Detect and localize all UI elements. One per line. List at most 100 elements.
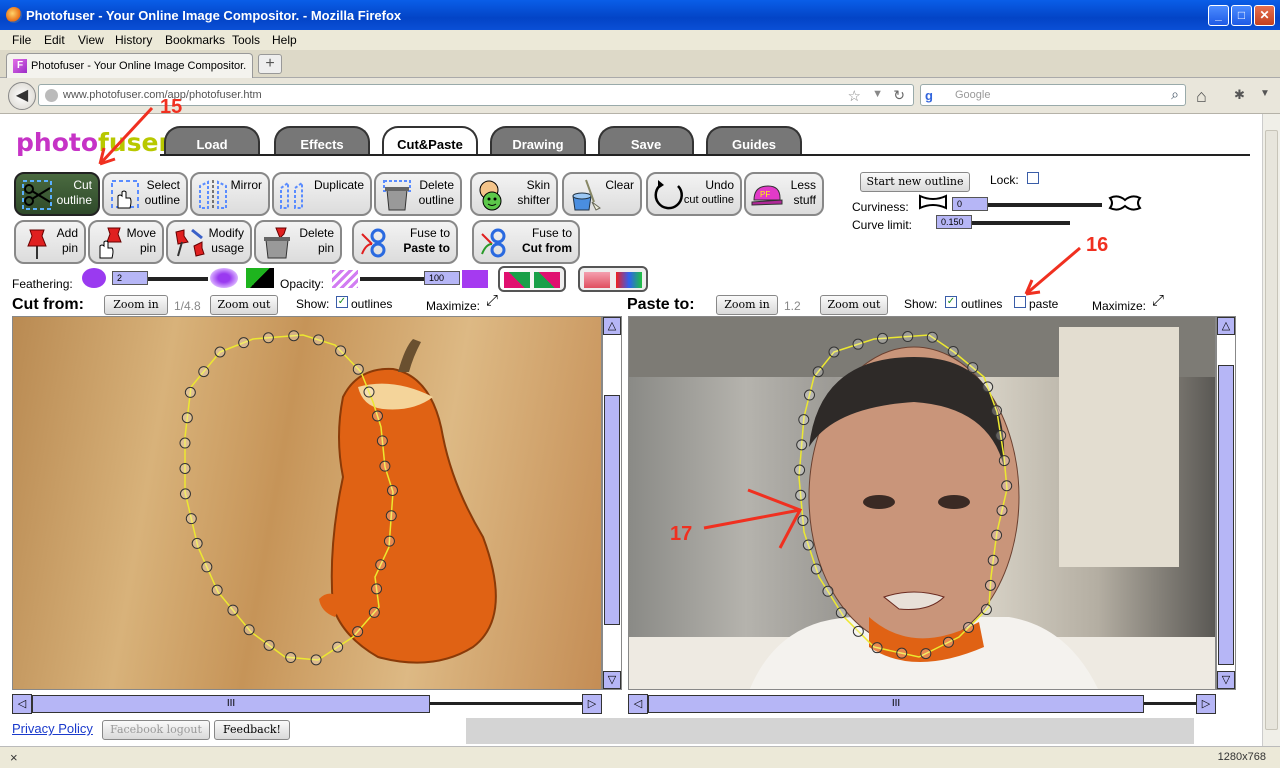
paste-zoom-out-button[interactable]: Zoom out [820,295,888,315]
outline-point[interactable] [243,624,255,636]
curviness-value[interactable]: 0 [952,197,988,211]
outline-point[interactable] [796,439,808,451]
fuse-to-cut-from-button[interactable]: Fuse to Cut from [472,220,580,264]
outline-point[interactable] [812,366,824,378]
outline-point[interactable] [984,579,996,591]
paste-scroll-right-icon[interactable]: ▷ [1196,694,1216,714]
outline-point[interactable] [902,331,914,343]
cut-horizontal-scrollbar[interactable]: ◁ III ▷ [12,694,602,714]
outline-point[interactable] [201,561,213,573]
outline-point[interactable] [181,412,193,424]
outline-point[interactable] [368,606,380,618]
outline-point[interactable] [794,464,806,476]
new-tab-button[interactable]: + [258,54,282,74]
outline-point[interactable] [371,410,383,422]
menu-history[interactable]: History [115,33,152,47]
cut-outline-button[interactable]: Cut outline [14,172,100,216]
outline-point[interactable] [877,332,889,344]
outline-point[interactable] [835,607,847,619]
cut-vertical-scrollbar[interactable]: △ ▽ [602,316,622,690]
feedback-button[interactable]: Feedback! [214,720,290,740]
google-icon[interactable]: g [925,88,941,104]
search-bar[interactable]: g Google ⌕ [920,84,1186,106]
outline-point[interactable] [352,363,364,375]
outline-point[interactable] [371,583,383,595]
outline-point[interactable] [828,346,840,358]
outline-point[interactable] [214,346,226,358]
paste-vertical-scrollbar[interactable]: △ ▽ [1216,316,1236,690]
paste-horizontal-scrollbar[interactable]: ◁ III ▷ [628,694,1216,714]
cut-hscroll-thumb[interactable]: III [32,695,430,713]
outline-point[interactable] [995,430,1007,442]
paste-scroll-up-icon[interactable]: △ [1217,317,1235,335]
privacy-policy-link[interactable]: Privacy Policy [12,721,93,736]
tab-drawing[interactable]: Drawing [490,126,586,156]
close-icon[interactable]: ✕ [1254,5,1275,26]
outline-point[interactable] [262,332,274,344]
cut-zoom-in-button[interactable]: Zoom in [104,295,168,315]
page-scrollbar[interactable] [1262,114,1280,746]
outline-point[interactable] [896,647,908,659]
tab-effects[interactable]: Effects [274,126,370,156]
outline-point[interactable] [920,648,932,660]
bookmark-star-icon[interactable]: ☆ [848,87,861,105]
tab-load[interactable]: Load [164,126,260,156]
outline-point[interactable] [352,626,364,638]
feathering-value[interactable]: 2 [112,271,148,285]
delete-pin-button[interactable]: Delete pin [254,220,342,264]
outline-point[interactable] [179,437,191,449]
outline-point[interactable] [238,337,250,349]
outline-point[interactable] [385,510,397,522]
start-new-outline-button[interactable]: Start new outline [860,172,970,192]
maximize-icon[interactable]: □ [1231,5,1252,26]
addon-icon[interactable]: ✱ [1234,87,1245,103]
outline-point[interactable] [179,462,191,474]
minimize-icon[interactable]: _ [1208,5,1229,26]
outline-point[interactable] [375,559,387,571]
undo-cut-outline-button[interactable]: Undo cut outline [646,172,742,216]
blend-mode-button[interactable] [498,266,566,292]
color-adjust-button[interactable] [578,266,648,292]
outline-point[interactable] [198,366,210,378]
outline-point[interactable] [335,345,347,357]
modify-usage-button[interactable]: Modify usage [166,220,252,264]
cut-scroll-up-icon[interactable]: △ [603,317,621,335]
duplicate-button[interactable]: Duplicate [272,172,372,216]
mask-icon[interactable] [246,268,274,288]
cut-from-canvas[interactable] [12,316,602,690]
outline-point[interactable] [803,389,815,401]
outline-point[interactable] [798,414,810,426]
outline-point[interactable] [822,585,834,597]
tab-save[interactable]: Save [598,126,694,156]
outline-point[interactable] [263,639,275,651]
paste-scroll-left-icon[interactable]: ◁ [628,694,648,714]
paste-scroll-thumb[interactable] [1218,365,1234,665]
paste-zoom-in-button[interactable]: Zoom in [716,295,778,315]
less-stuff-button[interactable]: PF Less stuff [744,172,824,216]
curve-limit-value[interactable]: 0.150 [936,215,972,229]
outline-point[interactable] [998,455,1010,467]
outline-point[interactable] [852,338,864,350]
outline-point[interactable] [926,331,938,343]
menu-edit[interactable]: Edit [44,33,65,47]
browser-tab[interactable]: F Photofuser - Your Online Image Composi… [6,53,253,78]
outline-point[interactable] [191,537,203,549]
outline-point[interactable] [379,460,391,472]
close-status-icon[interactable]: × [10,750,18,765]
paste-hscroll-thumb[interactable]: III [648,695,1144,713]
tab-guides[interactable]: Guides [706,126,802,156]
select-outline-button[interactable]: Select outline [102,172,188,216]
outline-point[interactable] [211,584,223,596]
facebook-logout-button[interactable]: Facebook logout [102,720,210,740]
outline-point[interactable] [1001,480,1013,492]
search-icon[interactable]: ⌕ [1171,86,1179,103]
menu-view[interactable]: View [78,33,104,47]
menu-tools[interactable]: Tools [232,33,260,47]
outline-point[interactable] [852,625,864,637]
mirror-button[interactable]: Mirror [190,172,270,216]
cut-scroll-thumb[interactable] [604,395,620,625]
reload-icon[interactable]: ↻ [893,87,905,104]
outline-point[interactable] [310,654,322,666]
outline-point[interactable] [991,529,1003,541]
menu-bookmarks[interactable]: Bookmarks [165,33,225,47]
